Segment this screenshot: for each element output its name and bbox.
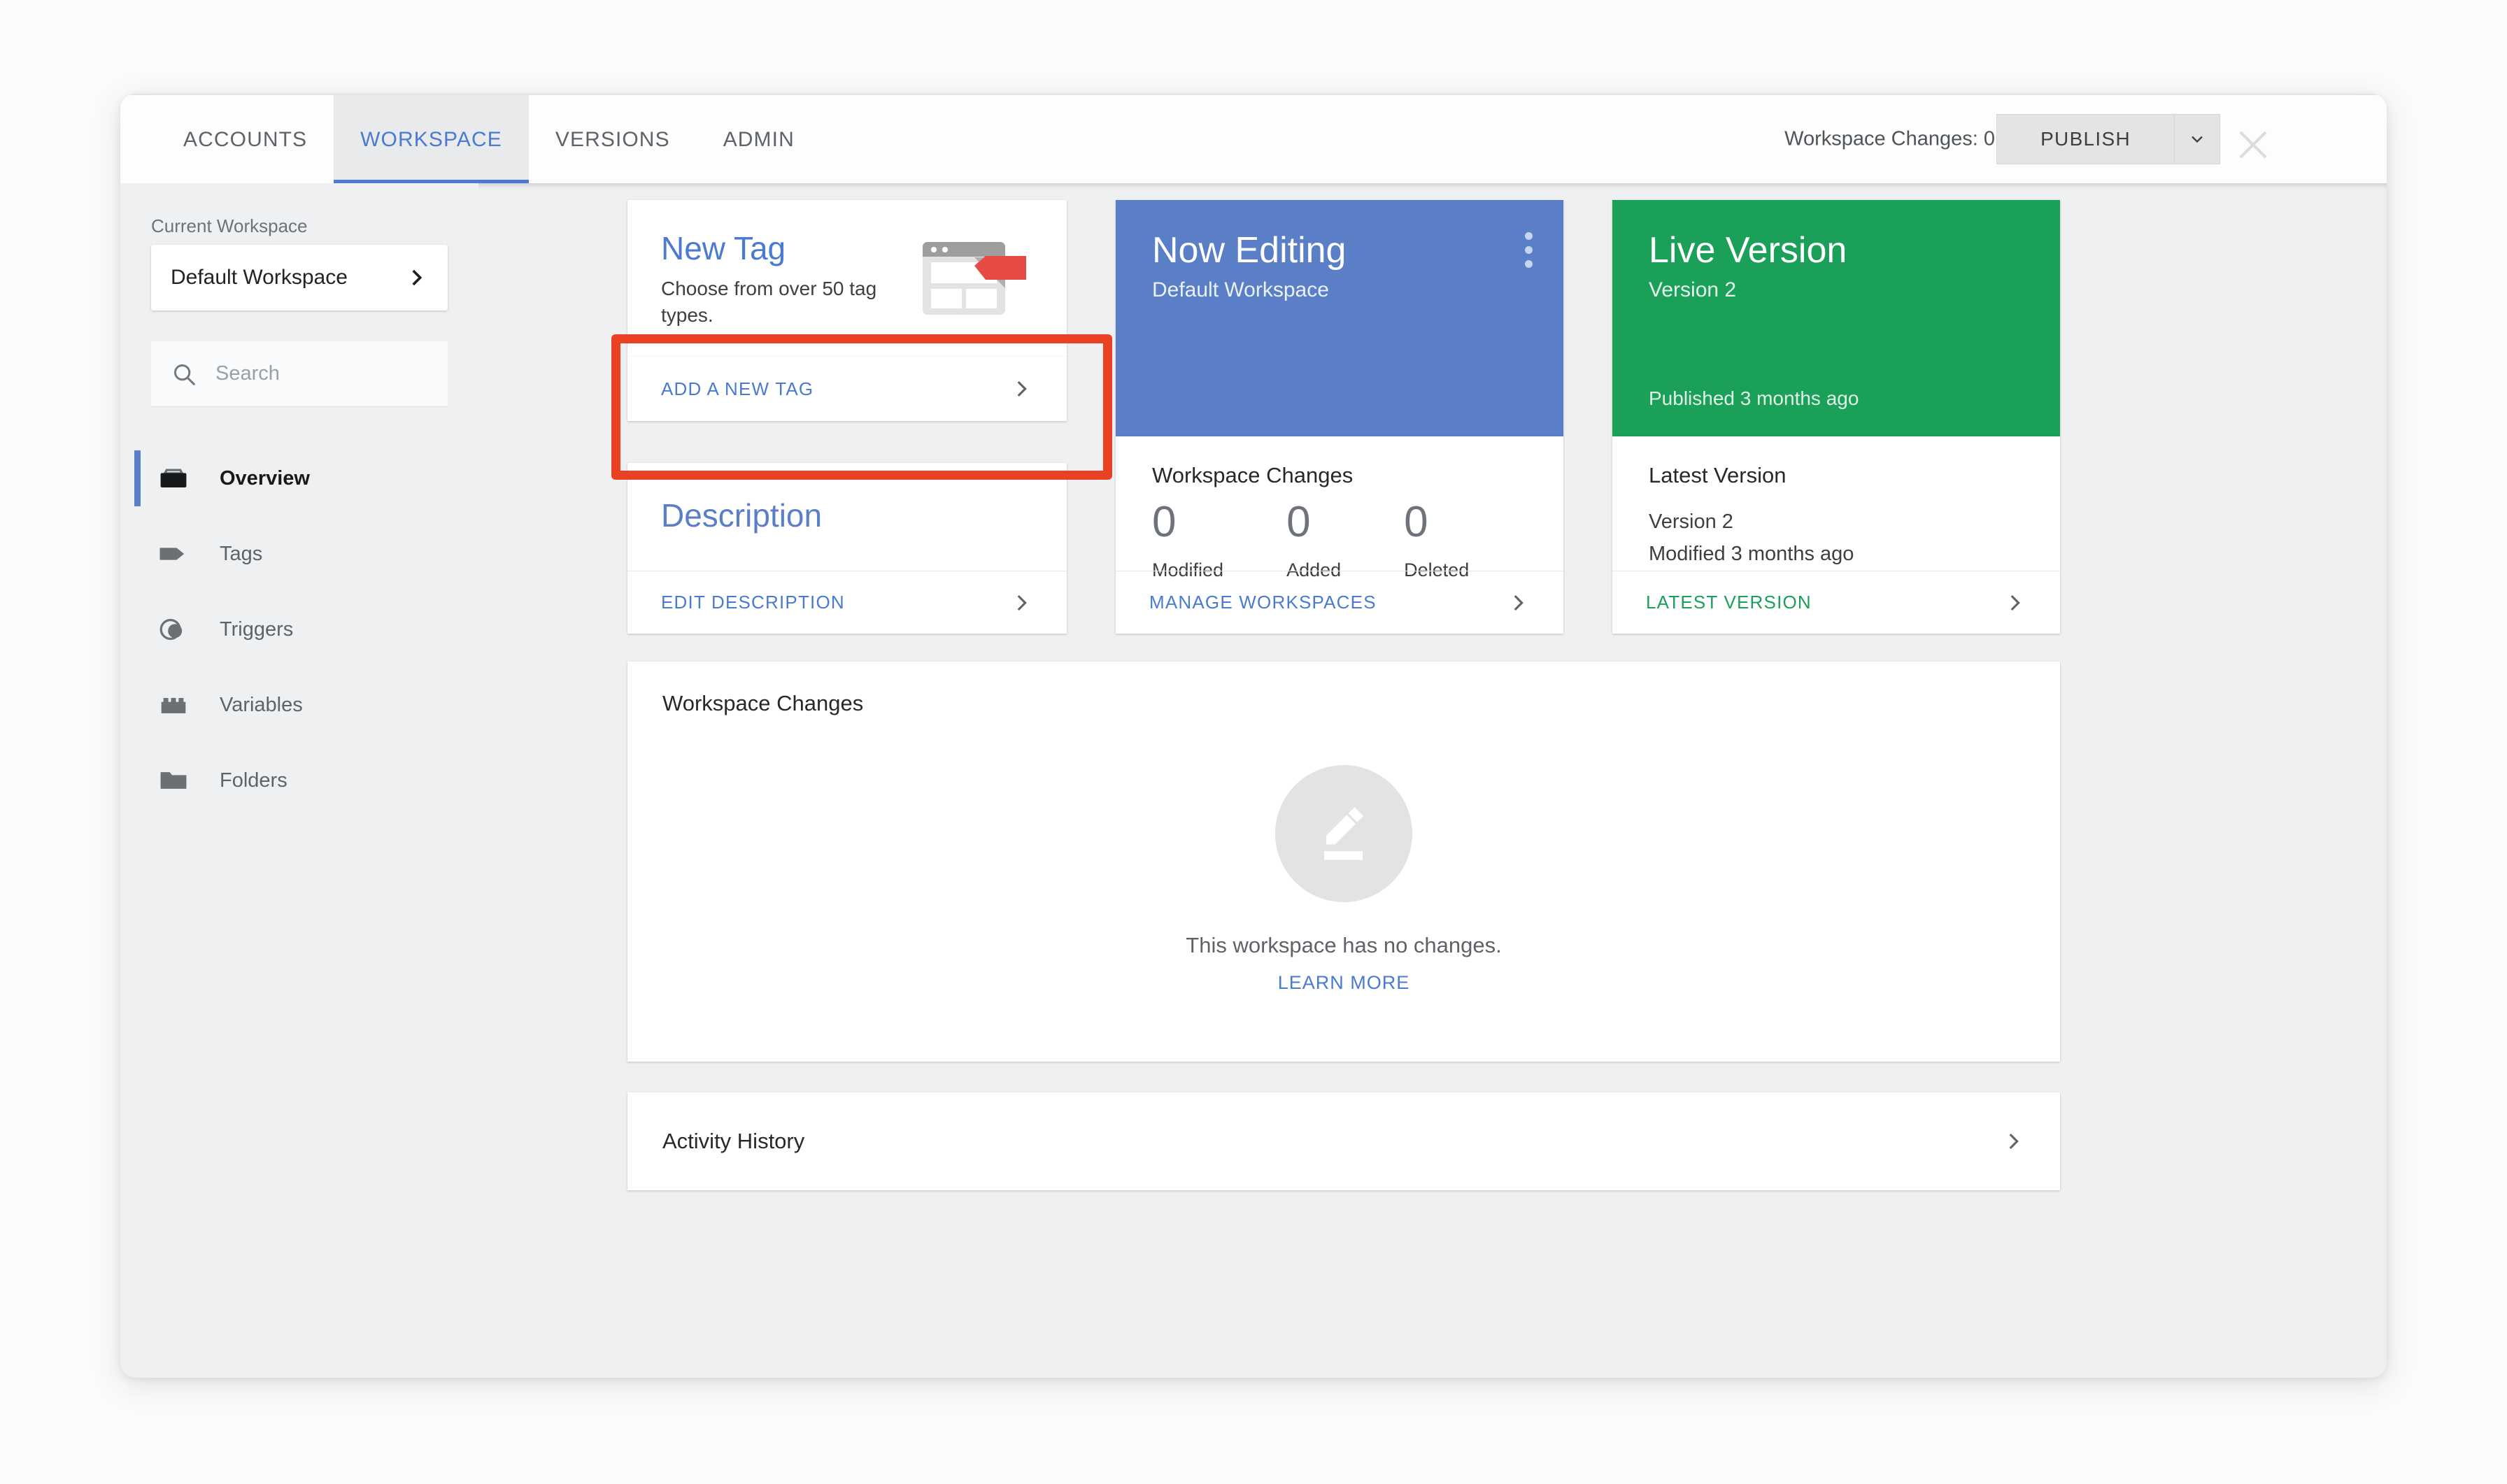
chevron-down-icon bbox=[2192, 136, 2203, 143]
more-vert-icon[interactable] bbox=[1525, 232, 1533, 268]
learn-more-link[interactable]: LEARN MORE bbox=[1278, 972, 1410, 994]
more-vert-dot bbox=[1525, 232, 1533, 240]
sidebar-item-folders-label: Folders bbox=[220, 769, 287, 792]
now-editing-subtitle: Default Workspace bbox=[1152, 278, 1329, 301]
publish-button-group: PUBLISH bbox=[1996, 114, 2220, 164]
workspace-changes-panel-title: Workspace Changes bbox=[662, 691, 864, 715]
triggers-icon bbox=[151, 611, 196, 648]
more-vert-dot bbox=[1525, 260, 1533, 268]
latest-version-heading: Latest Version bbox=[1649, 463, 1787, 487]
manage-workspaces-label: MANAGE WORKSPACES bbox=[1149, 592, 1377, 613]
sidebar-item-tags-label: Tags bbox=[220, 542, 263, 565]
counter-added: 0 Added bbox=[1286, 501, 1341, 581]
description-card: Description EDIT DESCRIPTION bbox=[627, 463, 1067, 634]
live-version-subtitle: Version 2 bbox=[1649, 278, 1737, 301]
search-input[interactable] bbox=[215, 362, 418, 385]
search-box[interactable] bbox=[151, 341, 448, 407]
counter-modified-value: 0 bbox=[1152, 498, 1177, 546]
main-content: New Tag Choose from over 50 tag types. A… bbox=[478, 183, 2387, 1378]
latest-version-card: Latest Version Version 2 Modified 3 mont… bbox=[1612, 436, 2060, 634]
sidebar-item-triggers[interactable]: Triggers bbox=[120, 592, 478, 667]
new-tag-title: New Tag bbox=[661, 230, 786, 266]
latest-version-label: LATEST VERSION bbox=[1646, 592, 1812, 613]
tab-admin[interactable]: ADMIN bbox=[697, 95, 821, 185]
sidebar-item-folders[interactable]: Folders bbox=[120, 743, 478, 818]
workspace-changes-summary-card: Workspace Changes 0 Modified 0 Added 0 D… bbox=[1116, 436, 1563, 634]
tab-accounts[interactable]: ACCOUNTS bbox=[157, 95, 334, 185]
sidebar-nav: Overview Tags Triggers Variables Folders bbox=[120, 441, 478, 818]
close-icon bbox=[2239, 131, 2267, 159]
body-area: Current Workspace Default Workspace Sear… bbox=[120, 183, 2387, 1378]
sidebar-item-overview[interactable]: Overview bbox=[120, 441, 478, 516]
workspace-selector-name: Default Workspace bbox=[171, 266, 348, 289]
new-tag-card: New Tag Choose from over 50 tag types. bbox=[627, 200, 1067, 357]
tab-accounts-label: ACCOUNTS bbox=[183, 128, 308, 151]
browser-window-tag-illustration bbox=[916, 236, 1035, 331]
tab-workspace-label: WORKSPACE bbox=[360, 128, 502, 151]
sidebar-item-tags[interactable]: Tags bbox=[120, 516, 478, 592]
chevron-right-icon bbox=[2009, 1133, 2019, 1150]
pencil-edit-icon bbox=[1275, 765, 1412, 902]
workspace-changes-status: Workspace Changes: 0 bbox=[1784, 127, 1995, 150]
live-version-card: Live Version Version 2 Published 3 month… bbox=[1612, 200, 2060, 436]
now-editing-card: Now Editing Default Workspace bbox=[1116, 200, 1563, 436]
empty-state: This workspace has no changes. LEARN MOR… bbox=[627, 765, 2060, 994]
latest-version-button[interactable]: LATEST VERSION bbox=[1612, 571, 2060, 634]
description-title: Description bbox=[661, 497, 823, 534]
sidebar-item-variables[interactable]: Variables bbox=[120, 667, 478, 743]
chevron-right-icon bbox=[1514, 594, 1524, 611]
now-editing-title: Now Editing bbox=[1152, 230, 1347, 271]
latest-version-modified: Modified 3 months ago bbox=[1649, 543, 1854, 565]
gtm-window: ACCOUNTS WORKSPACE VERSIONS ADMIN Worksp… bbox=[120, 94, 2387, 1378]
add-a-new-tag-row[interactable]: ADD A NEW TAG bbox=[627, 357, 1067, 421]
tab-versions-label: VERSIONS bbox=[555, 128, 670, 151]
top-tab-bar: ACCOUNTS WORKSPACE VERSIONS ADMIN Worksp… bbox=[120, 94, 2387, 185]
chevron-right-icon bbox=[1017, 594, 1027, 611]
edit-description-label: EDIT DESCRIPTION bbox=[661, 592, 845, 613]
counter-deleted-value: 0 bbox=[1404, 498, 1428, 546]
tab-versions[interactable]: VERSIONS bbox=[529, 95, 697, 185]
workspace-selector[interactable]: Default Workspace bbox=[151, 245, 448, 311]
latest-version-number: Version 2 bbox=[1649, 511, 1733, 533]
tag-icon bbox=[151, 536, 196, 572]
chevron-right-icon bbox=[2010, 594, 2020, 611]
folder-icon bbox=[151, 762, 196, 799]
counter-added-value: 0 bbox=[1286, 498, 1311, 546]
counter-deleted: 0 Deleted bbox=[1404, 501, 1469, 581]
activity-history-title: Activity History bbox=[662, 1129, 805, 1153]
edit-description-button[interactable]: EDIT DESCRIPTION bbox=[627, 571, 1067, 634]
publish-dropdown-caret[interactable] bbox=[2174, 114, 2220, 164]
workspace-changes-heading: Workspace Changes bbox=[1152, 463, 1354, 487]
sidebar: Current Workspace Default Workspace Sear… bbox=[120, 183, 478, 1378]
sidebar-item-variables-label: Variables bbox=[220, 693, 303, 716]
tab-workspace[interactable]: WORKSPACE bbox=[334, 95, 529, 185]
chevron-right-icon bbox=[1017, 380, 1027, 397]
close-button[interactable] bbox=[2231, 123, 2275, 166]
counter-modified: 0 Modified bbox=[1152, 501, 1223, 581]
more-vert-dot bbox=[1525, 246, 1533, 254]
add-a-new-tag-button[interactable]: ADD A NEW TAG bbox=[627, 357, 1067, 421]
toolbox-icon bbox=[151, 460, 196, 497]
change-counters: 0 Modified 0 Added 0 Deleted bbox=[1152, 501, 1469, 581]
sidebar-item-triggers-label: Triggers bbox=[220, 618, 294, 641]
current-workspace-label: Current Workspace bbox=[151, 215, 308, 236]
workspace-changes-panel: Workspace Changes This workspace has no … bbox=[627, 662, 2060, 1062]
sidebar-item-overview-label: Overview bbox=[220, 466, 310, 490]
chevron-right-icon bbox=[412, 269, 422, 286]
brick-icon bbox=[151, 687, 196, 723]
activity-history-row[interactable]: Activity History bbox=[627, 1092, 2060, 1190]
publish-button[interactable]: PUBLISH bbox=[1996, 114, 2174, 164]
live-version-published: Published 3 months ago bbox=[1649, 387, 1859, 409]
manage-workspaces-button[interactable]: MANAGE WORKSPACES bbox=[1116, 571, 1563, 634]
live-version-title: Live Version bbox=[1649, 230, 1847, 271]
add-a-new-tag-label: ADD A NEW TAG bbox=[661, 378, 814, 399]
primary-tabs: ACCOUNTS WORKSPACE VERSIONS ADMIN bbox=[157, 95, 821, 185]
empty-state-message: This workspace has no changes. bbox=[1186, 933, 1502, 957]
tab-admin-label: ADMIN bbox=[723, 128, 795, 151]
new-tag-subtitle: Choose from over 50 tag types. bbox=[661, 278, 877, 326]
search-icon bbox=[173, 364, 195, 385]
